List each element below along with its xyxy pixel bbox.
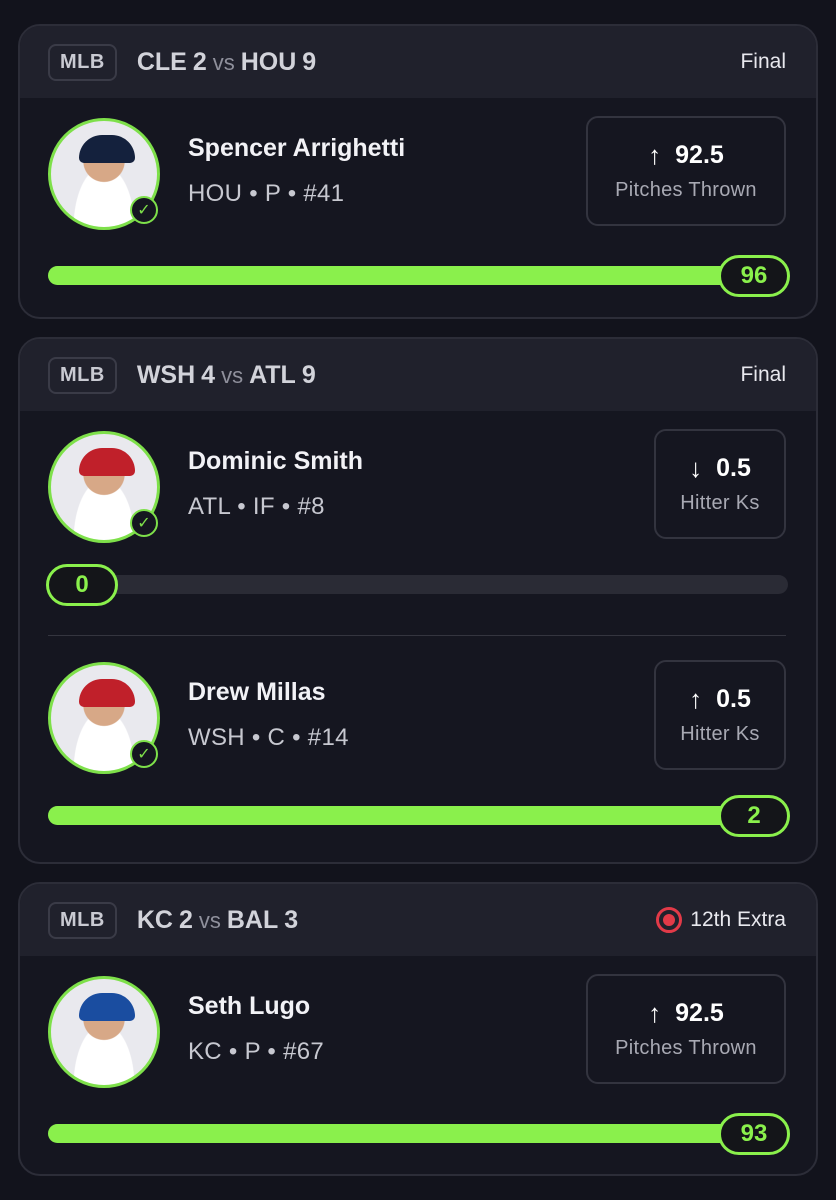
away-team: WSH	[136, 360, 196, 389]
league-badge: MLB	[48, 356, 117, 394]
game-header: MLB WSH 4 vs ATL 9 Final	[20, 339, 816, 411]
prop-line-value: 0.5	[716, 685, 751, 713]
player-meta: WSH • C • #14	[188, 724, 349, 751]
player-avatar: ✓	[48, 431, 160, 543]
vs-label: vs	[198, 907, 221, 933]
game-card-cle-hou[interactable]: MLB CLE 2 vs HOU 9 Final ✓ Spencer Arrig…	[18, 24, 818, 319]
prop-line-value: 0.5	[716, 454, 751, 482]
prop-line-value: 92.5	[675, 141, 724, 169]
prop-line-box[interactable]: ↑ 92.5 Pitches Thrown	[586, 974, 786, 1084]
arrow-up-icon: ↑	[648, 998, 662, 1028]
progress-value-badge: 96	[718, 255, 790, 297]
player-name: Seth Lugo	[188, 992, 311, 1020]
prop-stat-label: Pitches Thrown	[615, 1037, 757, 1059]
progress-fill	[48, 806, 788, 825]
check-icon: ✓	[130, 740, 158, 768]
matchup: KC 2 vs BAL 3	[137, 906, 298, 935]
prop-line-box[interactable]: ↑ 0.5 Hitter Ks	[654, 660, 786, 770]
player-meta: KC • P • #67	[188, 1038, 325, 1065]
home-score: 3	[284, 905, 299, 934]
progress-bar: 0	[46, 564, 788, 606]
prop-line-box[interactable]: ↓ 0.5 Hitter Ks	[654, 429, 786, 539]
arrow-up-icon: ↑	[689, 684, 703, 714]
home-team: HOU	[240, 47, 297, 76]
player-avatar: ✓	[48, 118, 160, 230]
progress-fill	[48, 1124, 788, 1143]
player-meta: ATL • IF • #8	[188, 493, 325, 520]
game-header: MLB KC 2 vs BAL 3 12th Extra	[20, 884, 816, 956]
prop-stat-label: Pitches Thrown	[615, 179, 757, 201]
game-card-wsh-atl[interactable]: MLB WSH 4 vs ATL 9 Final ✓ Dominic Smith…	[18, 337, 818, 864]
progress-fill	[48, 266, 788, 285]
home-team: ATL	[249, 360, 296, 389]
matchup: WSH 4 vs ATL 9	[137, 361, 316, 390]
check-icon: ✓	[130, 196, 158, 224]
progress-bar: 2	[48, 795, 790, 837]
player-row[interactable]: Seth Lugo KC • P • #67 ↑ 92.5 Pitches Th…	[20, 956, 816, 1174]
player-meta: HOU • P • #41	[188, 180, 345, 207]
check-icon: ✓	[130, 509, 158, 537]
away-team: CLE	[136, 47, 187, 76]
player-avatar	[48, 976, 160, 1088]
progress-bar: 96	[48, 255, 790, 297]
matchup: CLE 2 vs HOU 9	[137, 48, 316, 77]
player-row[interactable]: ✓ Spencer Arrighetti HOU • P • #41 ↑ 92.…	[20, 98, 816, 317]
player-avatar: ✓	[48, 662, 160, 774]
away-score: 2	[192, 47, 207, 76]
vs-label: vs	[212, 49, 235, 75]
arrow-down-icon: ↓	[689, 453, 703, 483]
game-status-text: 12th Extra	[690, 908, 786, 931]
prop-stat-label: Hitter Ks	[680, 492, 760, 514]
player-name: Dominic Smith	[188, 447, 364, 475]
vs-label: vs	[221, 362, 244, 388]
game-card-kc-bal[interactable]: MLB KC 2 vs BAL 3 12th Extra Seth Lugo K…	[18, 882, 818, 1176]
player-row[interactable]: ✓ Drew Millas WSH • C • #14 ↑ 0.5 Hitter…	[20, 642, 816, 862]
progress-bar: 93	[48, 1113, 790, 1155]
away-score: 4	[201, 360, 216, 389]
prop-line-box[interactable]: ↑ 92.5 Pitches Thrown	[586, 116, 786, 226]
arrow-up-icon: ↑	[648, 140, 662, 170]
away-team: KC	[136, 905, 173, 934]
progress-value-badge: 93	[718, 1113, 790, 1155]
away-score: 2	[178, 905, 193, 934]
live-indicator-icon	[656, 907, 683, 933]
progress-value-badge: 0	[46, 564, 118, 606]
game-status: Final	[740, 363, 786, 386]
player-name: Drew Millas	[188, 678, 326, 706]
prop-stat-label: Hitter Ks	[680, 723, 760, 745]
game-status: Final	[740, 50, 786, 73]
home-score: 9	[302, 47, 317, 76]
player-row[interactable]: ✓ Dominic Smith ATL • IF • #8 ↓ 0.5 Hitt…	[20, 411, 816, 633]
player-name: Spencer Arrighetti	[188, 134, 406, 162]
prop-line-value: 92.5	[675, 999, 724, 1027]
avatar	[48, 976, 160, 1088]
league-badge: MLB	[48, 901, 117, 939]
progress-value-badge: 2	[718, 795, 790, 837]
home-team: BAL	[226, 905, 279, 934]
league-badge: MLB	[48, 43, 117, 81]
divider	[48, 635, 786, 636]
home-score: 9	[301, 360, 316, 389]
game-status: 12th Extra	[656, 907, 786, 933]
game-header: MLB CLE 2 vs HOU 9 Final	[20, 26, 816, 98]
